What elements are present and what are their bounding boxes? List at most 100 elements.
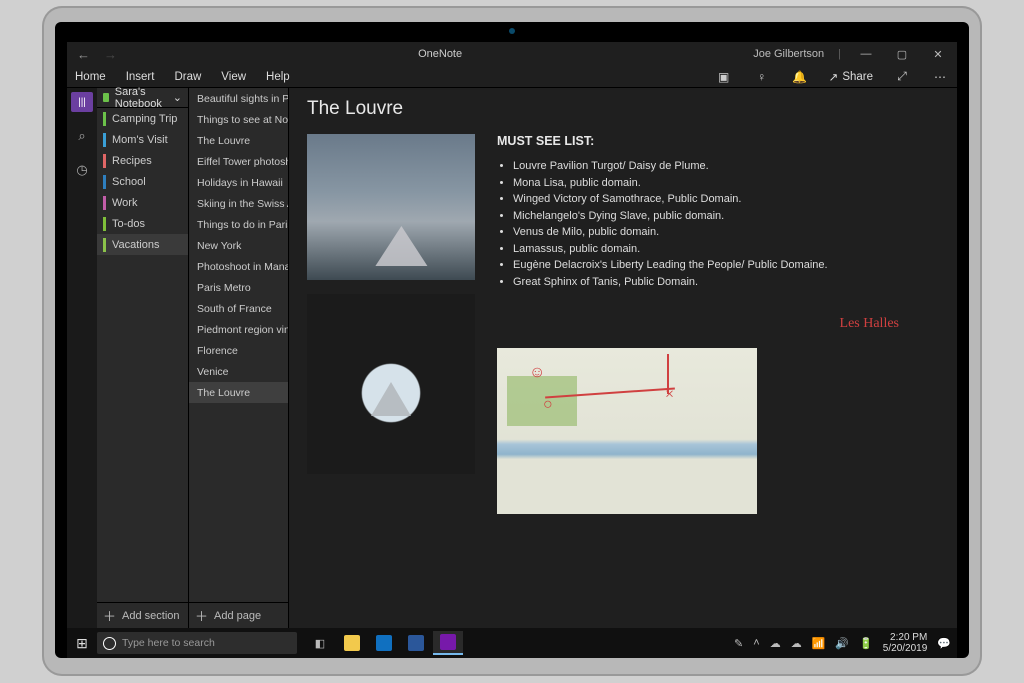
notebook-color-dot — [103, 93, 109, 102]
add-section-button[interactable]: ＋ Add section — [97, 602, 188, 628]
page-item[interactable]: The Louvre — [189, 382, 288, 403]
forward-button[interactable]: → — [104, 47, 117, 62]
ink-smiley: ☺ — [529, 364, 545, 382]
app-outlook[interactable] — [369, 631, 399, 655]
system-tray: ✎ ˄ ☁ ☁ 📶 🔊 🔋 2:20 PM 5/20/2019 💬 — [463, 632, 957, 654]
search-icon[interactable]: ⌕ — [72, 126, 92, 146]
more-icon[interactable]: ⋯ — [931, 70, 949, 84]
page-item[interactable]: New York — [189, 235, 288, 256]
sections-panel: Sara's Notebook ⌄ Camping Trip Mom's Visi… — [97, 88, 189, 628]
section-color-bar — [103, 196, 106, 210]
tray-network-icon[interactable]: 📶 — [812, 637, 826, 650]
section-color-bar — [103, 175, 106, 189]
page-item[interactable]: Things to do in Paris — [189, 214, 288, 235]
tray-chevron-icon[interactable]: ˄ — [753, 637, 759, 649]
tray-onedrive-icon[interactable]: ☁ — [770, 637, 781, 650]
section-item[interactable]: Recipes — [97, 150, 188, 171]
taskbar-search[interactable]: Type here to search — [97, 632, 297, 654]
photo-louvre-interior[interactable] — [307, 294, 475, 474]
app-onenote[interactable] — [433, 631, 463, 655]
notebook-header[interactable]: Sara's Notebook ⌄ — [97, 88, 188, 108]
section-label: School — [112, 176, 146, 188]
page-item[interactable]: Holidays in Hawaii — [189, 172, 288, 193]
section-item[interactable]: Vacations — [97, 234, 188, 255]
add-section-label: Add section — [122, 610, 179, 622]
title-bar: ← → OneNote Joe Gilbertson | — ▢ ✕ — [67, 42, 957, 66]
section-color-bar — [103, 133, 106, 147]
search-placeholder: Type here to search — [122, 637, 215, 649]
ink-annotation[interactable]: Les Halles — [497, 316, 939, 332]
map-image[interactable]: ☺ ○ × — [497, 348, 757, 514]
section-label: Recipes — [112, 155, 152, 167]
minimize-button[interactable]: — — [855, 48, 877, 60]
page-item[interactable]: Piedmont region viney… — [189, 319, 288, 340]
start-button[interactable]: ⊞ — [67, 635, 97, 652]
must-see-block[interactable]: MUST SEE LIST: Louvre Pavilion Turgot/ D… — [497, 134, 939, 290]
tray-battery-icon[interactable]: 🔋 — [859, 637, 873, 650]
must-see-item: Venus de Milo, public domain. — [513, 224, 939, 241]
tab-insert[interactable]: Insert — [126, 71, 155, 83]
section-item[interactable]: School — [97, 171, 188, 192]
back-button[interactable]: ← — [77, 47, 90, 62]
section-color-bar — [103, 217, 106, 231]
action-center-icon[interactable]: 💬 — [937, 637, 951, 650]
section-label: Camping Trip — [112, 113, 177, 125]
page-item[interactable]: Beautiful sights in Paris — [189, 88, 288, 109]
page-list: Beautiful sights in ParisThings to see a… — [189, 88, 288, 602]
page-item[interactable]: Photoshoot in Manarola — [189, 256, 288, 277]
page-item[interactable]: Venice — [189, 361, 288, 382]
taskbar-clock[interactable]: 2:20 PM 5/20/2019 — [883, 632, 928, 654]
section-color-bar — [103, 154, 106, 168]
section-item[interactable]: Camping Trip — [97, 108, 188, 129]
page-item[interactable]: Skiing in the Swiss Alps — [189, 193, 288, 214]
page-item[interactable]: The Louvre — [189, 130, 288, 151]
tab-help[interactable]: Help — [266, 71, 290, 83]
tab-home[interactable]: Home — [75, 71, 106, 83]
page-item[interactable]: Eiffel Tower photoshoot — [189, 151, 288, 172]
must-see-list: Louvre Pavilion Turgot/ Daisy de Plume.M… — [497, 158, 939, 290]
tab-draw[interactable]: Draw — [174, 71, 201, 83]
page-item[interactable]: Paris Metro — [189, 277, 288, 298]
task-view-button[interactable]: ◧ — [305, 631, 335, 655]
tray-onedrive2-icon[interactable]: ☁ — [791, 637, 802, 650]
section-item[interactable]: To-dos — [97, 213, 188, 234]
maximize-button[interactable]: ▢ — [891, 48, 913, 61]
close-button[interactable]: ✕ — [927, 48, 949, 61]
add-page-button[interactable]: ＋ Add page — [189, 602, 288, 628]
app-word[interactable] — [401, 631, 431, 655]
lightbulb-icon[interactable]: ♀ — [753, 70, 771, 84]
section-label: Mom's Visit — [112, 134, 168, 146]
note-canvas[interactable]: The Louvre MUST SEE LIST: Louvre Pavilio… — [289, 88, 957, 628]
fullscreen-icon[interactable]: ⤢ — [893, 69, 911, 84]
page-item[interactable]: Things to see at Notre… — [189, 109, 288, 130]
present-icon[interactable]: ▣ — [715, 70, 733, 84]
tray-pen-icon[interactable]: ✎ — [734, 637, 743, 650]
share-button[interactable]: ↗ Share — [829, 70, 873, 84]
page-item[interactable]: South of France — [189, 298, 288, 319]
section-label: Vacations — [112, 239, 160, 251]
add-page-label: Add page — [214, 610, 261, 622]
bell-icon[interactable]: 🔔 — [791, 70, 809, 84]
must-see-item: Winged Victory of Samothrace, Public Dom… — [513, 191, 939, 208]
plus-icon: ＋ — [103, 606, 116, 625]
must-see-item: Lamassus, public domain. — [513, 241, 939, 258]
user-name[interactable]: Joe Gilbertson — [753, 48, 824, 60]
recent-icon[interactable]: ◷ — [72, 160, 92, 180]
ribbon-tabs: Home Insert Draw View Help ▣ ♀ 🔔 ↗ Share… — [67, 66, 957, 88]
page-item[interactable]: Florence — [189, 340, 288, 361]
taskbar: ⊞ Type here to search ◧ ✎ ˄ ☁ ☁ 📶 🔊 🔋 — [67, 628, 957, 658]
must-see-item: Eugène Delacroix's Liberty Leading the P… — [513, 257, 939, 274]
section-item[interactable]: Work — [97, 192, 188, 213]
section-item[interactable]: Mom's Visit — [97, 129, 188, 150]
main-area: ||| ⌕ ◷ Sara's Notebook ⌄ Camping Trip Mo… — [67, 88, 957, 628]
page-title[interactable]: The Louvre — [307, 98, 939, 120]
photo-louvre-exterior[interactable] — [307, 134, 475, 280]
tab-view[interactable]: View — [221, 71, 246, 83]
app-explorer[interactable] — [337, 631, 367, 655]
section-color-bar — [103, 238, 106, 252]
notebooks-icon[interactable]: ||| — [71, 92, 93, 112]
must-see-heading: MUST SEE LIST: — [497, 134, 939, 148]
ink-circle: ○ — [543, 396, 553, 414]
tray-volume-icon[interactable]: 🔊 — [835, 637, 849, 650]
camera-dot — [509, 28, 515, 34]
